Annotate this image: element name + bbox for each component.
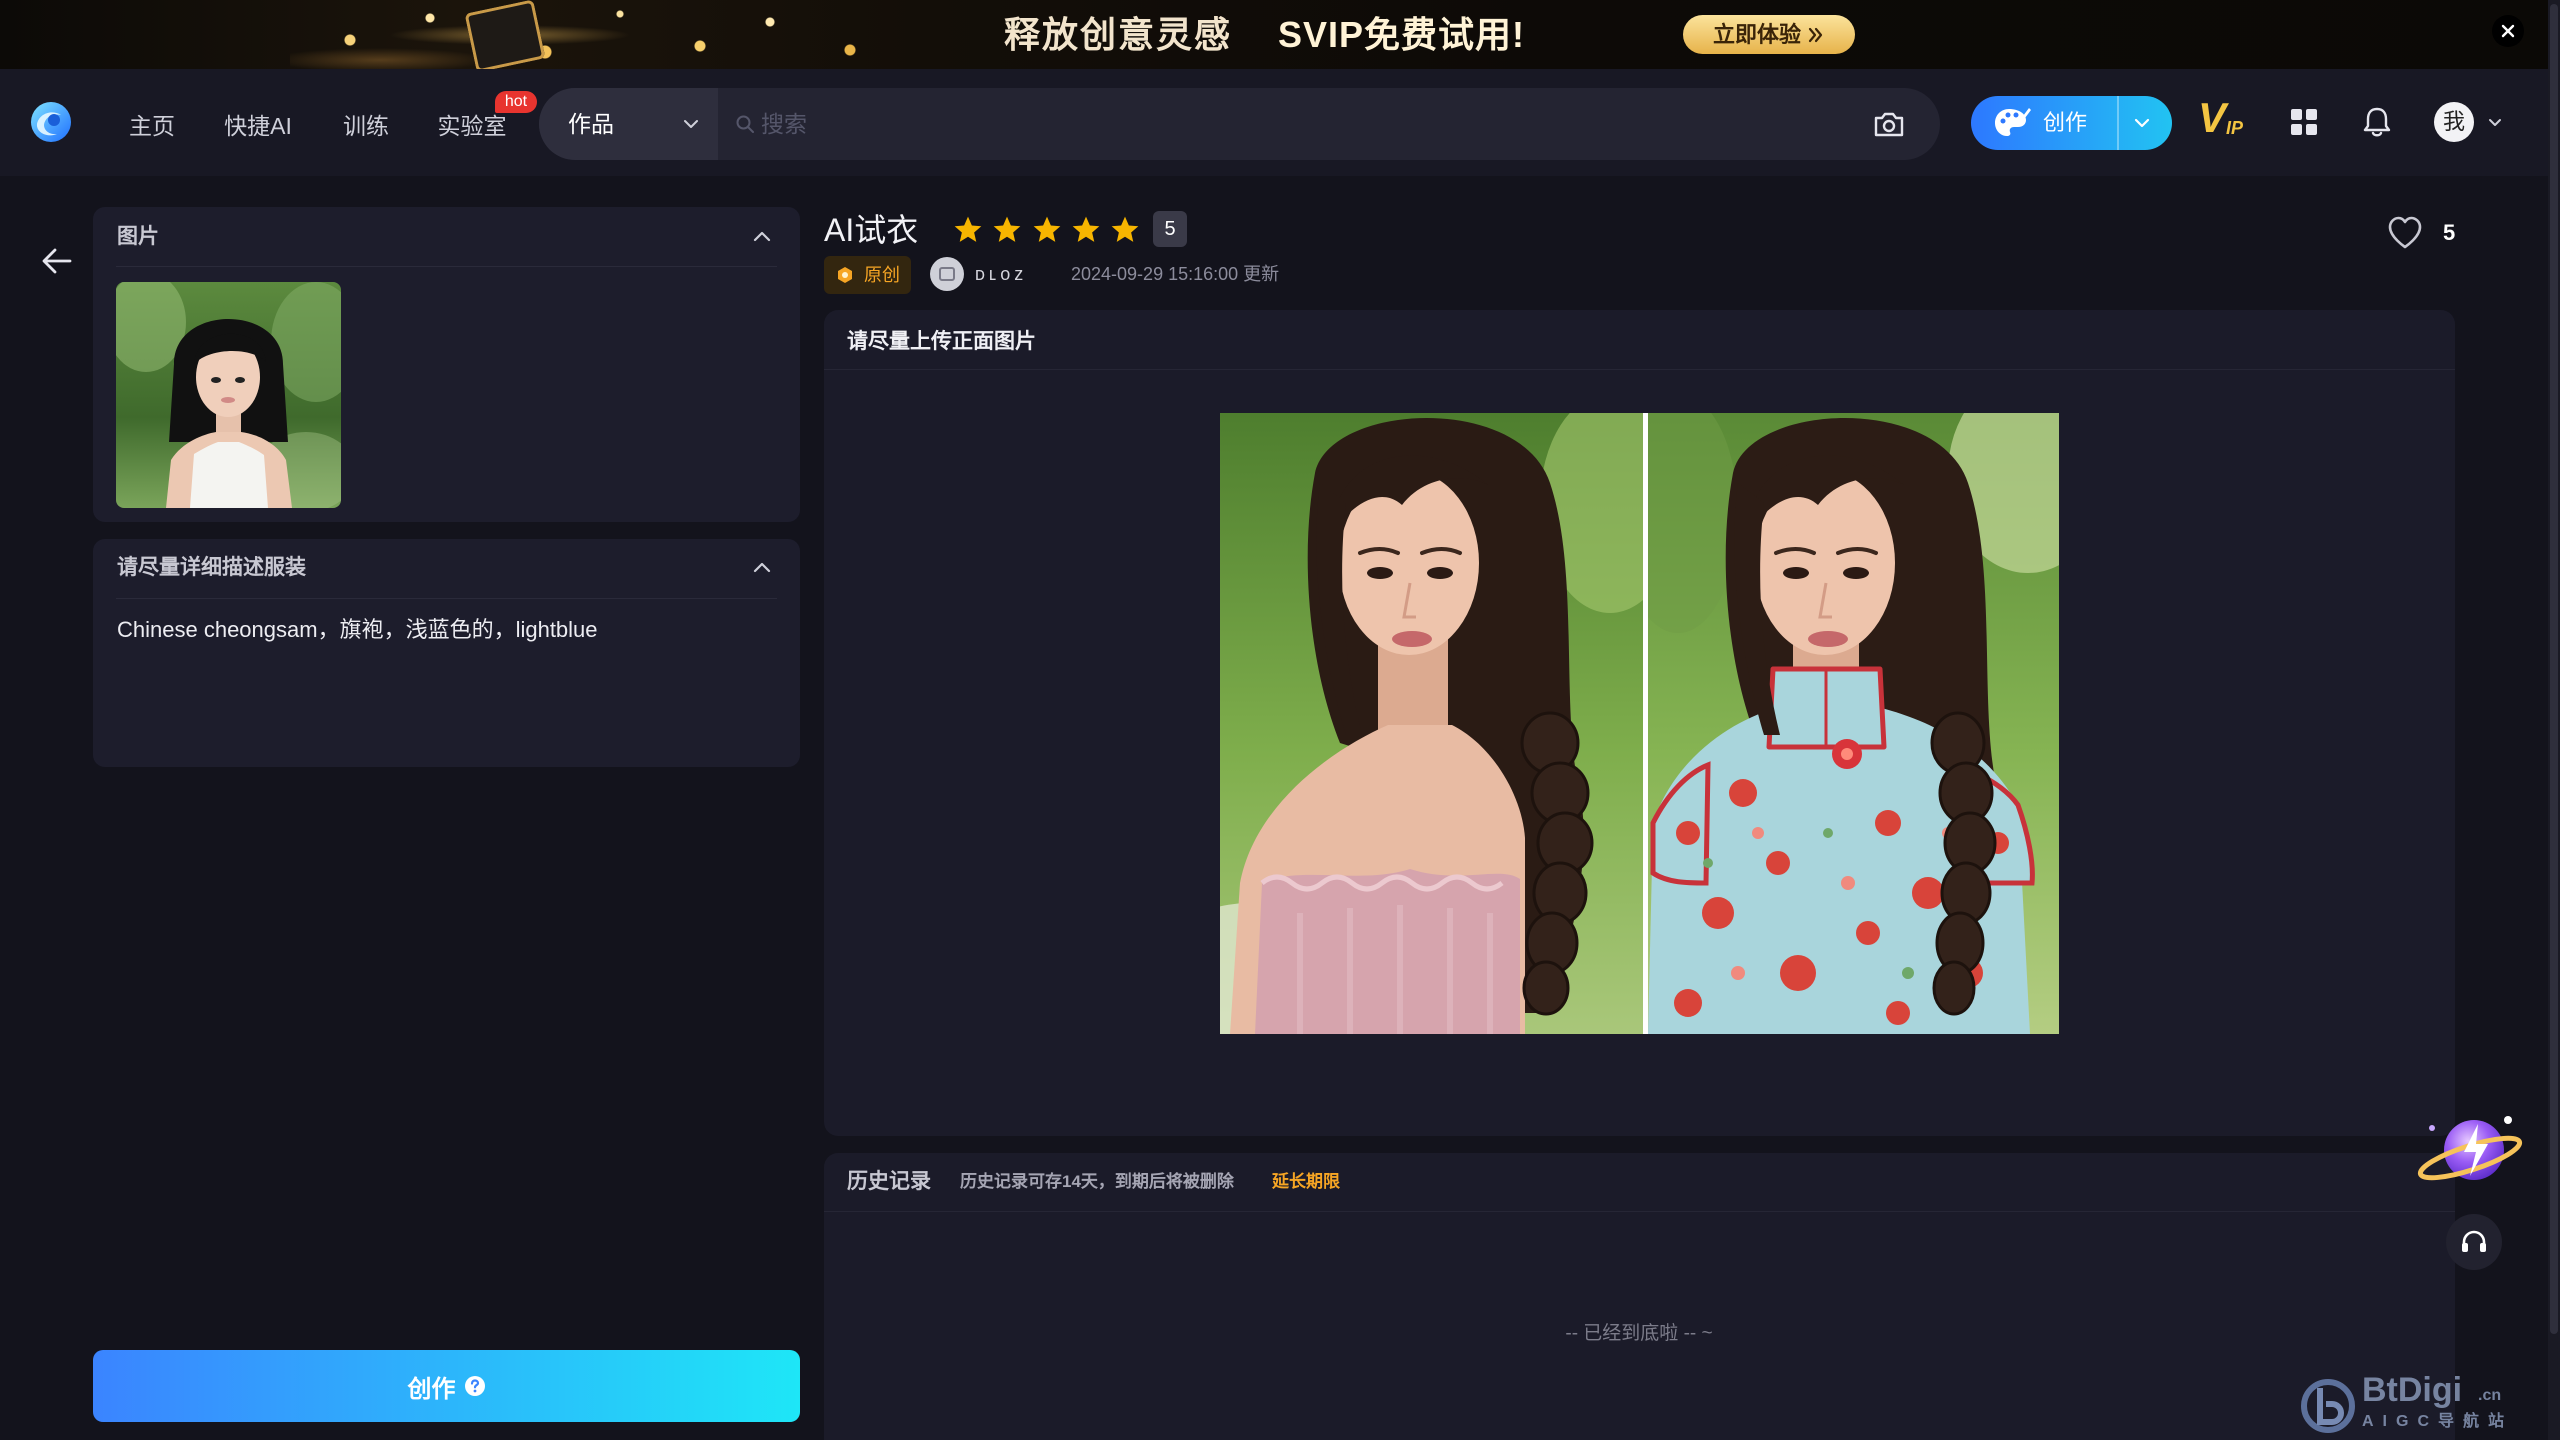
chevron-down-icon[interactable] bbox=[2487, 114, 2503, 130]
author-name[interactable]: ᴅʟᴏᴢ bbox=[975, 262, 1027, 286]
site-watermark: BtDigi .cn AIGC导航站 bbox=[2300, 1370, 2540, 1438]
clothing-prompt-input[interactable]: Chinese cheongsam，旗袍，浅蓝色的，lightblue bbox=[117, 614, 777, 754]
avatar-placeholder-icon bbox=[939, 267, 955, 281]
back-arrow-icon bbox=[42, 248, 72, 274]
nav-item-home[interactable]: 主页 bbox=[129, 111, 175, 141]
work-title: AI试衣 bbox=[824, 212, 919, 248]
chevron-up-icon[interactable] bbox=[751, 557, 773, 579]
double-chevron-right-icon bbox=[1808, 27, 1823, 42]
heart-icon bbox=[2388, 216, 2422, 249]
create-split-button: 创作 bbox=[1971, 96, 2172, 150]
grid-icon bbox=[2291, 109, 2317, 135]
search-bar: 作品 bbox=[539, 88, 1940, 160]
promo-banner[interactable]: 释放创意灵感 SVIP免费试用! 立即体验 bbox=[0, 0, 2560, 69]
star-icon bbox=[1033, 216, 1061, 242]
preview-panel: 请尽量上传正面图片 bbox=[824, 310, 2455, 1136]
history-panel: 历史记录 历史记录可存14天，到期后将被删除 延长期限 -- 已经到底啦 -- … bbox=[824, 1153, 2455, 1440]
like-button[interactable] bbox=[2385, 213, 2425, 253]
scrollbar-thumb[interactable] bbox=[2550, 4, 2558, 1334]
star-icon bbox=[954, 216, 982, 242]
search-scope-dropdown[interactable]: 作品 bbox=[539, 88, 718, 160]
panel-divider bbox=[824, 369, 2455, 370]
customer-service-button[interactable] bbox=[2446, 1214, 2502, 1270]
original-badge-icon bbox=[838, 267, 852, 283]
search-icon bbox=[736, 115, 754, 133]
image-panel-title: 图片 bbox=[117, 225, 159, 248]
watermark-tld: .cn bbox=[2478, 1387, 2502, 1404]
uploaded-photo bbox=[116, 282, 341, 508]
gift-decoration bbox=[290, 0, 930, 69]
vip-button[interactable]: V IP bbox=[2198, 94, 2252, 146]
hot-badge: hot bbox=[495, 91, 537, 113]
history-retention-note: 历史记录可存14天，到期后将被删除 bbox=[960, 1172, 1234, 1191]
star-icon bbox=[1111, 216, 1139, 242]
prompt-panel-title: 请尽量详细描述服装 bbox=[117, 556, 306, 579]
before-after-preview bbox=[1220, 413, 2059, 1034]
notifications-button[interactable] bbox=[2361, 105, 2393, 139]
original-tag: 原创 bbox=[824, 256, 911, 294]
try-now-label: 立即体验 bbox=[1712, 22, 1801, 47]
search-input[interactable] bbox=[761, 104, 1851, 144]
preview-title: 请尽量上传正面图片 bbox=[847, 330, 1036, 353]
vip-logo-ip: IP bbox=[2226, 118, 2244, 138]
chevron-down-icon bbox=[684, 120, 698, 128]
mascot-planet-icon bbox=[2417, 1116, 2523, 1181]
help-icon[interactable] bbox=[464, 1375, 486, 1397]
star-icon bbox=[993, 216, 1021, 242]
bell-icon bbox=[2363, 107, 2391, 137]
panel-divider bbox=[116, 266, 777, 267]
nav-item-quick-ai[interactable]: 快捷AI bbox=[224, 111, 292, 141]
author-avatar[interactable] bbox=[930, 257, 964, 291]
nav-item-training[interactable]: 训练 bbox=[343, 111, 389, 141]
back-button[interactable] bbox=[40, 244, 74, 278]
updated-timestamp: 2024-09-29 15:16:00 更新 bbox=[1071, 264, 1280, 284]
assistant-mascot[interactable] bbox=[2412, 1106, 2524, 1198]
chevron-down-icon bbox=[2134, 118, 2150, 128]
generate-button[interactable]: 创作 bbox=[93, 1350, 800, 1422]
watermark-subtitle: AIGC导航站 bbox=[2362, 1413, 2514, 1430]
nav-item-lab[interactable]: 实验室 bbox=[438, 111, 507, 141]
before-photo bbox=[1220, 413, 1643, 1034]
create-menu-toggle[interactable] bbox=[2119, 96, 2172, 150]
after-photo bbox=[1648, 413, 2059, 1034]
vip-logo-v: V bbox=[2198, 94, 2227, 141]
before-after-image bbox=[1220, 413, 2059, 1034]
user-avatar[interactable]: 我 bbox=[2434, 102, 2474, 142]
banner-promo-text: SVIP免费试用! bbox=[1278, 14, 1526, 55]
apps-button[interactable] bbox=[2289, 107, 2319, 137]
clothing-prompt-panel: 请尽量详细描述服装 Chinese cheongsam，旗袍，浅蓝色的，ligh… bbox=[93, 539, 800, 767]
app-logo[interactable] bbox=[29, 100, 73, 144]
star-icon bbox=[1072, 216, 1100, 242]
rating-count-badge: 5 bbox=[1153, 211, 1187, 247]
chevron-up-icon[interactable] bbox=[751, 226, 773, 248]
uploaded-photo-thumbnail[interactable] bbox=[116, 282, 341, 508]
image-search-button[interactable] bbox=[1870, 105, 1908, 143]
palette-icon bbox=[1995, 108, 2031, 136]
close-banner-button[interactable] bbox=[2492, 15, 2524, 47]
headset-icon bbox=[2462, 1230, 2486, 1252]
gift-box-image bbox=[464, 0, 546, 69]
extend-retention-link[interactable]: 延长期限 bbox=[1272, 1168, 1340, 1196]
original-tag-label: 原创 bbox=[864, 265, 900, 285]
panel-divider bbox=[824, 1211, 2455, 1212]
app-logo-icon bbox=[31, 102, 71, 142]
search-scope-label: 作品 bbox=[568, 111, 614, 137]
like-count: 5 bbox=[2443, 220, 2456, 245]
panel-divider bbox=[116, 598, 777, 599]
history-title: 历史记录 bbox=[847, 1170, 931, 1193]
create-button[interactable]: 创作 bbox=[1971, 96, 2117, 150]
image-panel: 图片 bbox=[93, 207, 800, 522]
end-of-list-text: -- 已经到底啦 -- ~ bbox=[1565, 1323, 1713, 1344]
close-icon bbox=[2501, 24, 2515, 38]
try-now-button[interactable]: 立即体验 bbox=[1683, 15, 1855, 54]
create-label: 创作 bbox=[2043, 110, 2088, 135]
camera-icon bbox=[1874, 112, 1904, 137]
banner-headline: 释放创意灵感 bbox=[1004, 14, 1233, 55]
watermark-brand: BtDigi bbox=[2362, 1371, 2463, 1409]
generate-label: 创作 bbox=[407, 1375, 456, 1403]
watermark-logo-icon bbox=[2301, 1379, 2355, 1433]
